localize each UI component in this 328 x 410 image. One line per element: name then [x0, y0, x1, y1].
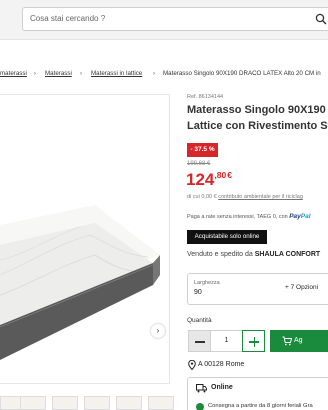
chevron-right-icon: › [156, 326, 160, 335]
quantity-input[interactable]: 1 [211, 330, 242, 352]
chevron-right-icon: › [80, 71, 82, 77]
quantity-increase-button[interactable] [242, 330, 265, 352]
quantity-label: Quantità [187, 317, 212, 324]
thumbnail[interactable] [20, 396, 46, 410]
search-input[interactable]: Cosa stai cercando ? [30, 8, 105, 30]
add-to-cart-button[interactable]: Ag [270, 330, 328, 352]
thumbnail[interactable] [84, 396, 110, 410]
old-price: 199,68 € [187, 161, 211, 167]
price: 124,80€ [186, 170, 232, 190]
check-icon [196, 403, 204, 410]
product-ref: Ref. 86134144 [187, 94, 224, 100]
top-bar: Cosa stai cercando ? [0, 0, 328, 40]
quantity-decrease-button[interactable] [188, 330, 211, 352]
discount-badge: - 37.5 % [187, 143, 218, 157]
chevron-right-icon: › [153, 71, 155, 77]
thumbnail[interactable] [116, 396, 142, 410]
price-currency: € [227, 170, 232, 180]
search-box[interactable]: Cosa stai cercando ? [22, 7, 328, 31]
chevron-right-icon: › [34, 71, 36, 77]
product-title-line: Materasso Singolo 90X190 D [187, 104, 328, 116]
breadcrumb-link-materassi-category[interactable]: Materassi [45, 68, 72, 80]
thumbnail-strip [0, 396, 174, 410]
paypal-logo-b: Pal [300, 213, 311, 220]
breadcrumb-link-materassi-lattice[interactable]: Materassi in lattice [91, 68, 142, 80]
delivery-box: Online Consegna a partire da 8 giorni fe… [187, 377, 328, 410]
delivery-title: Online [211, 384, 233, 391]
eco-amount: di cui 0,00 € [187, 194, 217, 200]
eco-contribution-link[interactable]: contributo ambientale per il riciclag [218, 194, 303, 200]
seller-name[interactable]: SHAULA CONFORT [255, 251, 320, 258]
product-title: Materasso Singolo 90X190 D Lattice con R… [187, 102, 328, 134]
size-selector[interactable]: Larghezza 90 + 7 Opzioni [187, 273, 328, 305]
size-more-options[interactable]: + 7 Opzioni [285, 284, 318, 291]
product-gallery[interactable]: › [0, 94, 170, 384]
online-only-tag: Acquistabile solo online [187, 230, 267, 244]
thumbnail[interactable] [148, 396, 174, 410]
gallery-next-button[interactable]: › [151, 324, 165, 338]
truck-icon [196, 384, 207, 393]
breadcrumb-current: Materasso Singolo 90X190 DRACO LATEX Alt… [163, 70, 321, 77]
location-text: A 00128 Rome [198, 361, 245, 368]
paypal-logo: PayPal [289, 213, 310, 220]
product-title-line: Lattice con Rivestimento Sfo [187, 120, 328, 132]
installments-text: Paga a rate senza interessi, TAEG 0, con [187, 214, 288, 220]
size-value: 90 [194, 289, 202, 296]
cart-icon [282, 336, 292, 346]
delivery-text: Consegna a partire da 8 giorni feriali G… [208, 403, 313, 409]
breadcrumb-link-materassi[interactable]: materassi [0, 68, 27, 80]
eco-contribution: di cui 0,00 € contributo ambientale per … [187, 194, 303, 200]
seller-info: Venduto e spedito da SHAULA CONFORT [187, 251, 320, 258]
thumbnail[interactable] [52, 396, 78, 410]
map-pin-icon [188, 360, 196, 370]
size-label: Larghezza [194, 280, 220, 286]
price-integer: 124 [186, 170, 215, 189]
installments-info: Paga a rate senza interessi, TAEG 0, con… [187, 213, 311, 220]
product-image [0, 205, 160, 360]
search-icon[interactable] [315, 13, 327, 25]
add-to-cart-label: Ag [294, 337, 303, 344]
price-decimal: ,80 [214, 170, 227, 180]
paypal-logo-a: Pay [289, 213, 301, 220]
seller-prefix: Venduto e spedito da [187, 251, 253, 258]
